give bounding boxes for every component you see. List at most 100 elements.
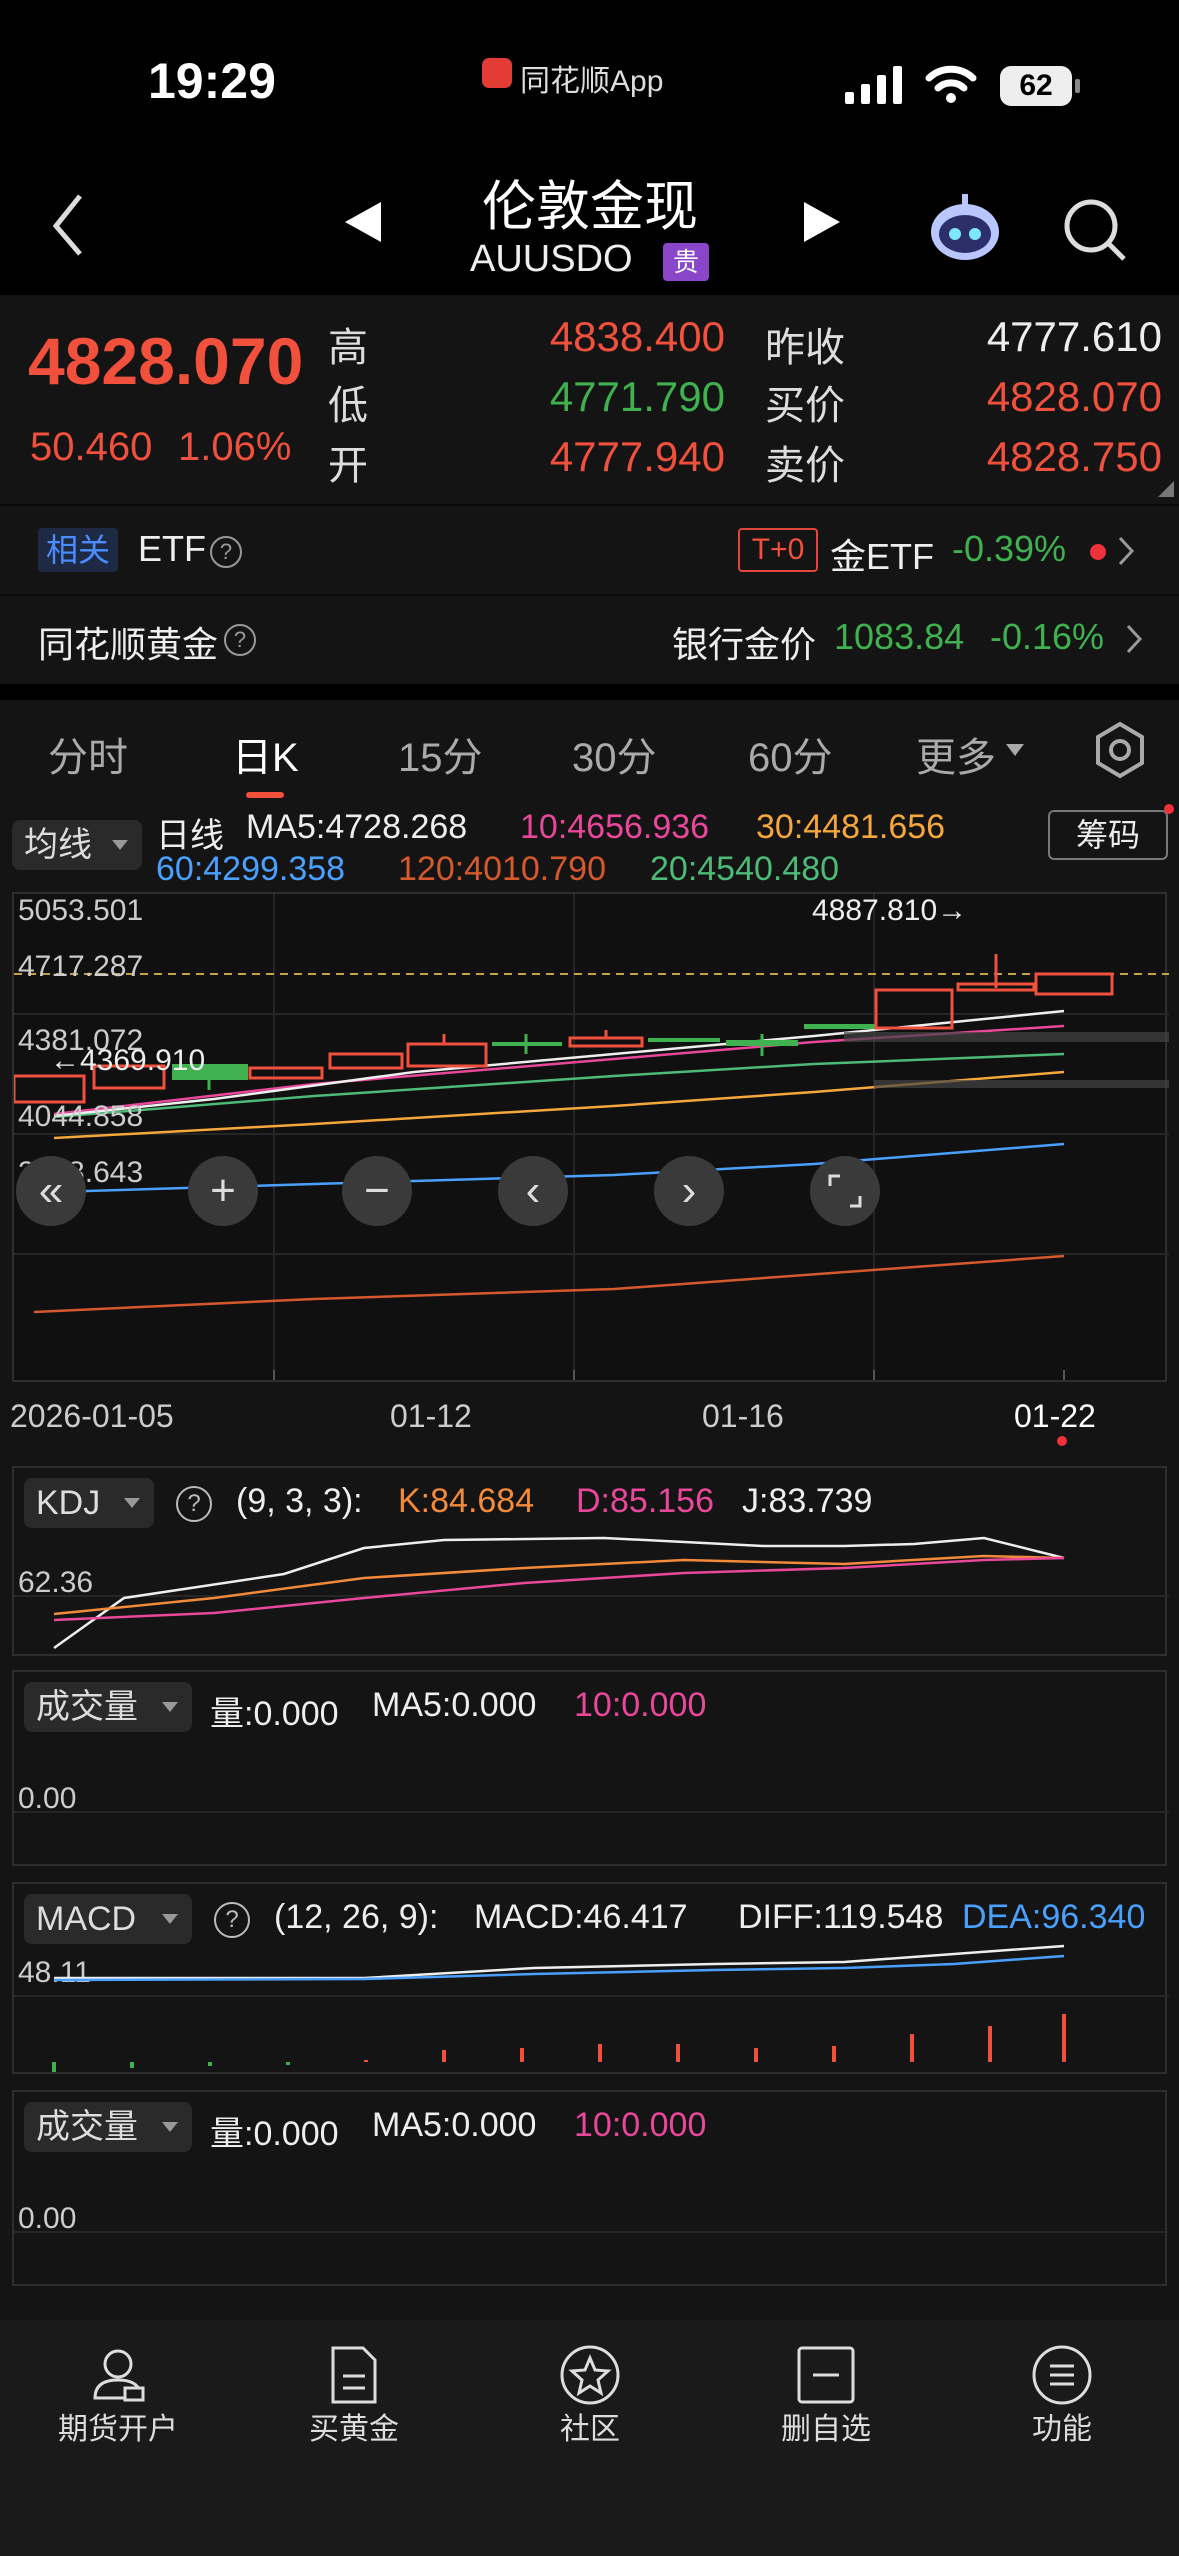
high-label: 高 (328, 326, 368, 370)
zoom-out-button[interactable]: − (342, 1156, 412, 1226)
dropdown-icon (112, 840, 128, 850)
tab-60min[interactable]: 60分 (748, 725, 833, 783)
nav-label: 功能 (1032, 2413, 1092, 2446)
kline-svg (14, 894, 1169, 1380)
current-date-dot-icon (1057, 1436, 1067, 1446)
max-price-marker: 4887.810→ (812, 894, 968, 927)
ma20-value: 20:4540.480 (650, 850, 840, 888)
quote-panel: 4828.070 50.460 1.06% 高 低 开 4838.400 477… (0, 295, 1179, 505)
ma120-line (33, 1254, 1065, 1314)
candle (406, 1042, 488, 1068)
bid-value: 4828.070 (986, 373, 1162, 420)
expand-corner-icon[interactable] (1158, 481, 1174, 497)
etf-change: -0.39% (952, 528, 1067, 569)
search-icon[interactable] (1060, 195, 1130, 265)
price-bar-right (844, 1032, 1169, 1042)
related-etf-row[interactable]: 相关 ETF ? T+0 金ETF -0.39% (0, 506, 1179, 594)
low-label: 低 (328, 384, 368, 428)
x-label-2: 01-12 (390, 1398, 472, 1434)
tab-15min[interactable]: 15分 (398, 725, 483, 783)
macd-chart (14, 1944, 1169, 2072)
kdj-j-line (53, 1536, 1065, 1650)
ma30-value: 30:4481.656 (756, 808, 946, 846)
candle (568, 1036, 644, 1048)
chip-alert-dot-icon (1164, 804, 1174, 814)
wifi-icon (925, 65, 977, 103)
scroll-left-button[interactable]: ‹ (498, 1156, 568, 1226)
chart-area: 均线 日线 MA5:4728.268 10:4656.936 30:4481.6… (0, 800, 1179, 2320)
etf-label: ETF (138, 528, 206, 569)
candle (1034, 972, 1114, 996)
battery-level: 62 (1019, 69, 1053, 102)
open-label: 开 (328, 444, 368, 488)
prev-instrument-icon[interactable] (345, 202, 385, 242)
next-instrument-icon[interactable] (800, 202, 840, 242)
nav-label: 删自选 (781, 2413, 871, 2446)
bank-gold-label: 银行金价 (672, 624, 817, 665)
volume-grid (14, 1811, 1169, 1813)
volume-panel[interactable]: 成交量 量:0.000 MA5:0.000 10:0.000 0.00 (12, 1670, 1169, 1866)
bottom-nav: 期货开户 买黄金 社区 删自选 功能 (0, 2320, 1179, 2556)
prev-close-label: 昨收 (765, 326, 845, 370)
scroll-right-button[interactable]: › (654, 1156, 724, 1226)
candle (804, 1024, 876, 1029)
chip-distribution-button[interactable]: 筹码 (1048, 810, 1168, 860)
x-axis-ticks (273, 1370, 1065, 1380)
bid-label: 买价 (765, 384, 845, 428)
tab-intraday[interactable]: 分时 (48, 725, 128, 783)
candle (648, 1038, 720, 1042)
candle (328, 1052, 404, 1070)
gold-row[interactable]: 同花顺黄金 ? 银行金价 1083.84 -0.16% (0, 596, 1179, 684)
battery-icon: 62 (1000, 66, 1072, 106)
help-icon[interactable]: ? (224, 624, 256, 656)
ma-selector-label: 均线 (24, 826, 92, 864)
nav-label: 社区 (560, 2413, 620, 2446)
battery-cap (1075, 79, 1080, 93)
y-label-2: 4717.287 (18, 950, 144, 983)
min-price-marker: ←4369.910 (50, 1044, 206, 1077)
price-change: 50.460 (30, 425, 153, 469)
status-app-name: 同花顺App (520, 65, 664, 98)
fullscreen-button[interactable] (810, 1156, 880, 1226)
chevron-right-icon (1118, 536, 1135, 566)
tab-30min[interactable]: 30分 (572, 725, 657, 783)
instrument-title: 伦敦金现 (482, 177, 698, 237)
settings-hexagon-icon[interactable] (1090, 720, 1150, 780)
related-tag: 相关 (38, 528, 118, 572)
nav-label: 期货开户 (58, 2413, 178, 2446)
dropdown-icon (1006, 744, 1024, 756)
zoom-in-button[interactable]: + (188, 1156, 258, 1226)
kline-chart[interactable]: 5053.501 4717.287 4381.072 4044.858 3708… (12, 892, 1169, 1382)
precious-badge: 贵 (663, 243, 709, 281)
macd-panel[interactable]: MACD ? (12, 26, 9): MACD:46.417 DIFF:119… (12, 1882, 1169, 2074)
prev-close-value: 4777.610 (986, 313, 1162, 360)
robot-assistant-icon[interactable] (925, 190, 1005, 265)
help-icon[interactable]: ? (210, 536, 242, 568)
kdj-panel[interactable]: KDJ ? (9, 3, 3): K:84.684 D:85.156 J:83.… (12, 1466, 1169, 1656)
tab-daily-k[interactable]: 日K (232, 725, 299, 783)
price-bar-right (874, 1080, 1169, 1088)
signal-icon (845, 66, 902, 104)
ma10-value: 10:4656.936 (520, 808, 710, 846)
tab-active-indicator (246, 792, 284, 798)
low-value: 4771.790 (549, 373, 725, 420)
macd-histogram (52, 2014, 1066, 2072)
last-price: 4828.070 (28, 324, 304, 398)
x-label-4: 01-22 (1014, 1398, 1096, 1434)
ma120-value: 120:4010.790 (398, 850, 606, 888)
ma5-value: MA5:4728.268 (246, 808, 468, 846)
ma-selector[interactable]: 均线 (12, 820, 142, 870)
gold-label: 同花顺黄金 (38, 624, 219, 665)
nav-bar: 伦敦金现 AUUSDO 贵 (0, 160, 1179, 295)
y-label-1: 5053.501 (18, 894, 144, 927)
back-icon[interactable] (48, 190, 88, 260)
live-dot-icon (1090, 544, 1106, 560)
scroll-left-fast-button[interactable]: « (16, 1156, 86, 1226)
ask-label: 卖价 (765, 444, 845, 488)
instrument-code: AUUSDO (470, 238, 633, 280)
status-bar: 19:29 同花顺App 62 (0, 0, 1179, 160)
volume-panel-2[interactable]: 成交量 量:0.000 MA5:0.000 10:0.000 0.00 (12, 2090, 1169, 2286)
tab-more[interactable]: 更多 (916, 725, 996, 783)
ask-value: 4828.750 (986, 433, 1162, 480)
y-label-4: 4044.858 (18, 1100, 144, 1133)
